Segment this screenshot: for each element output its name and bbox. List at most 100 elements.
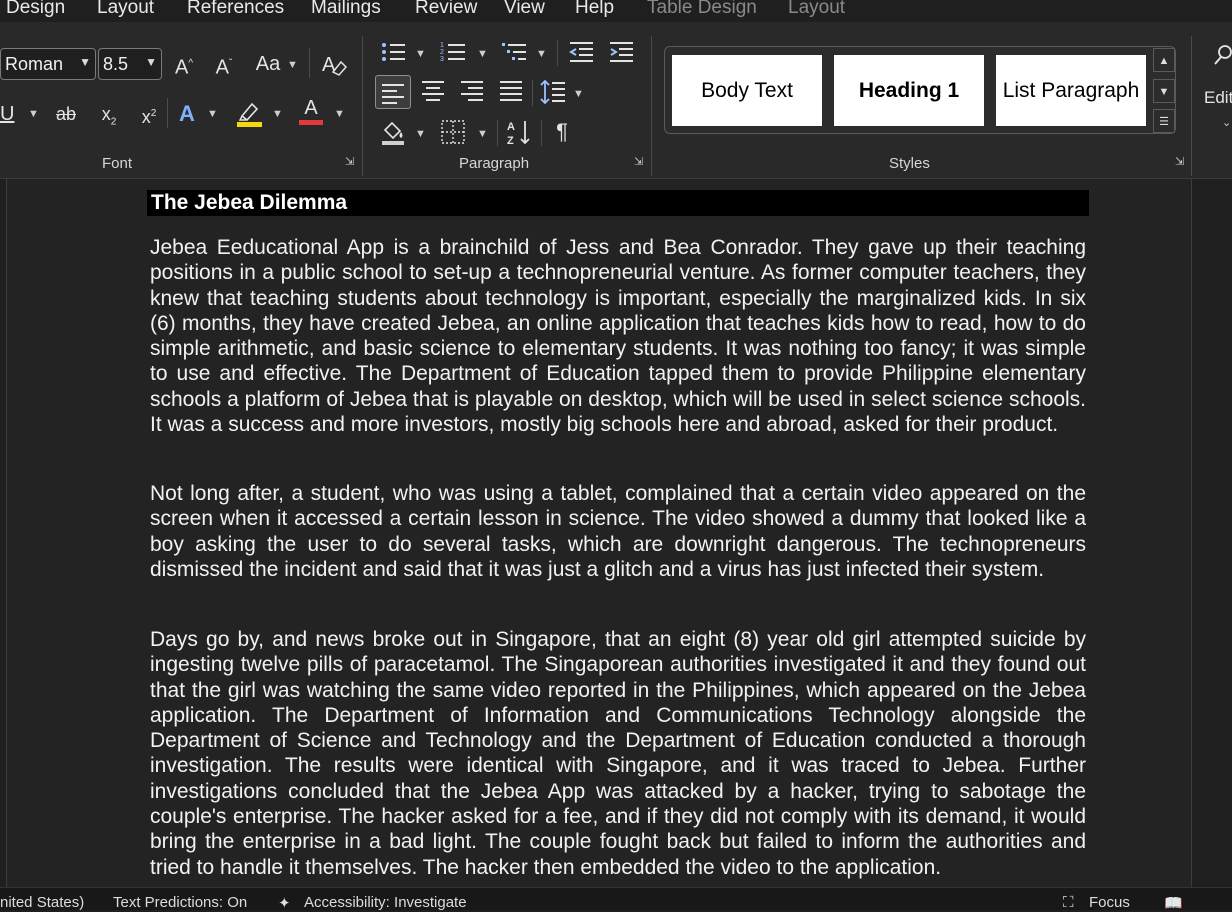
clear-formatting-icon: A: [322, 54, 348, 76]
increase-indent-icon: [610, 42, 633, 62]
separator: [497, 120, 498, 146]
change-case-icon: Aa: [255, 53, 281, 75]
svg-text:3: 3: [440, 56, 444, 63]
tab-design[interactable]: Design: [6, 0, 65, 19]
paragraph-group-label: Paragraph: [459, 155, 530, 172]
superscript-button[interactable]: x2: [136, 100, 162, 128]
status-accessibility[interactable]: Accessibility: Investigate: [304, 894, 467, 911]
align-right-button[interactable]: [457, 78, 487, 106]
decrease-indent-button[interactable]: [566, 38, 596, 66]
status-text-predictions[interactable]: Text Predictions: On: [113, 894, 247, 911]
status-language[interactable]: nited States): [0, 894, 84, 911]
tab-table-layout[interactable]: Layout: [788, 0, 845, 19]
text-effects-button[interactable]: A: [174, 100, 200, 128]
paragraph-dialog-launcher-icon[interactable]: ⇲: [634, 157, 645, 168]
chevron-down-icon[interactable]: ▼: [477, 48, 488, 60]
font-color-swatch: [299, 120, 323, 125]
chevron-down-icon[interactable]: ▼: [287, 59, 298, 71]
chevron-down-icon[interactable]: ▼: [415, 128, 426, 140]
line-spacing-button[interactable]: [538, 78, 568, 106]
tab-review[interactable]: Review: [415, 0, 477, 19]
gallery-scroll-up-icon[interactable]: ▲: [1153, 48, 1175, 72]
tab-help[interactable]: Help: [575, 0, 614, 19]
borders-icon: [441, 120, 465, 144]
tab-layout[interactable]: Layout: [97, 0, 154, 19]
tab-view[interactable]: View: [504, 0, 545, 19]
superscript-mark: 2: [150, 108, 157, 119]
chevron-down-icon[interactable]: ▼: [573, 88, 584, 100]
align-center-button[interactable]: [418, 78, 448, 106]
numbering-button[interactable]: 123: [438, 38, 468, 66]
shading-button[interactable]: [378, 118, 408, 146]
strikethrough-button[interactable]: ab: [52, 100, 80, 128]
justify-button[interactable]: [496, 78, 526, 106]
chevron-down-icon[interactable]: ▼: [415, 48, 426, 60]
style-list-paragraph[interactable]: List Paragraph: [996, 55, 1146, 126]
highlight-color-button[interactable]: [236, 98, 264, 127]
bullets-button[interactable]: [378, 38, 408, 66]
chevron-down-icon[interactable]: ▼: [28, 108, 39, 120]
sort-button[interactable]: AZ: [504, 118, 534, 147]
separator: [532, 80, 533, 106]
decrease-indent-icon: [569, 42, 593, 62]
text-effects-icon: A: [179, 101, 195, 126]
read-mode-icon[interactable]: 📖: [1164, 894, 1183, 912]
borders-button[interactable]: [438, 118, 468, 146]
body-paragraph-2[interactable]: Not long after, a student, who was using…: [150, 481, 1086, 582]
subscript-icon: x: [101, 104, 111, 124]
search-icon: [1214, 45, 1232, 65]
underline-button[interactable]: U: [0, 100, 14, 128]
status-focus[interactable]: Focus: [1089, 894, 1130, 911]
style-heading-1[interactable]: Heading 1: [834, 55, 984, 126]
document-area: The Jebea Dilemma Jebea Eeducational App…: [0, 179, 1232, 889]
justify-icon: [500, 81, 522, 101]
find-button[interactable]: [1212, 42, 1232, 70]
align-left-icon: [382, 83, 404, 104]
multilevel-list-button[interactable]: [499, 38, 529, 66]
chevron-down-icon[interactable]: ▼: [272, 108, 283, 120]
tab-references[interactable]: References: [187, 0, 284, 19]
pilcrow-icon: ¶: [556, 119, 568, 144]
chevron-down-icon[interactable]: ▼: [334, 108, 345, 120]
styles-gallery: Body Text Heading 1 List Paragraph: [664, 46, 1176, 134]
styles-dialog-launcher-icon[interactable]: ⇲: [1175, 157, 1186, 168]
chevron-down-icon[interactable]: ▼: [207, 108, 218, 120]
focus-icon: ⛶: [1063, 894, 1074, 911]
align-left-button[interactable]: [375, 75, 411, 109]
line-spacing-icon: [540, 79, 565, 105]
chevron-down-icon[interactable]: ⌄: [1222, 116, 1231, 129]
shrink-font-button[interactable]: Aˇ: [210, 50, 238, 79]
body-paragraph-3[interactable]: Days go by, and news broke out in Singap…: [150, 627, 1086, 880]
chevron-down-icon: ▼: [145, 55, 157, 69]
editing-group-label[interactable]: Edit: [1204, 84, 1232, 112]
subscript-button[interactable]: x2: [96, 100, 122, 128]
gallery-more-icon[interactable]: ☰: [1153, 109, 1175, 133]
clear-formatting-button[interactable]: A: [318, 50, 348, 78]
grow-font-button[interactable]: A^: [170, 50, 198, 79]
gallery-scroll-down-icon[interactable]: ▼: [1153, 79, 1175, 103]
font-color-button[interactable]: A: [298, 96, 324, 125]
subscript-mark: 2: [110, 116, 117, 128]
show-formatting-button[interactable]: ¶: [548, 118, 576, 146]
separator: [309, 48, 310, 78]
grow-font-icon: A: [174, 56, 189, 79]
chevron-down-icon[interactable]: ▼: [477, 128, 488, 140]
font-size-combo[interactable]: 8.5 ▼: [98, 48, 162, 80]
change-case-button[interactable]: Aa: [252, 50, 284, 78]
font-dialog-launcher-icon[interactable]: ⇲: [345, 157, 356, 168]
separator: [362, 36, 363, 176]
chevron-down-icon: ▼: [79, 55, 91, 69]
styles-group-label: Styles: [889, 155, 930, 172]
separator: [557, 40, 558, 66]
separator: [651, 36, 652, 176]
body-paragraph-1[interactable]: Jebea Eeducational App is a brainchild o…: [150, 235, 1086, 437]
tab-table-design[interactable]: Table Design: [647, 0, 757, 19]
style-body-text[interactable]: Body Text: [672, 55, 822, 126]
chevron-down-icon[interactable]: ▼: [536, 48, 547, 60]
font-name-value: Roman: [5, 54, 64, 74]
font-name-combo[interactable]: Roman ▼: [0, 48, 96, 80]
increase-indent-button[interactable]: [606, 38, 636, 66]
document-heading[interactable]: The Jebea Dilemma: [147, 190, 1089, 216]
document-page[interactable]: The Jebea Dilemma Jebea Eeducational App…: [6, 179, 1192, 889]
tab-mailings[interactable]: Mailings: [311, 0, 381, 19]
